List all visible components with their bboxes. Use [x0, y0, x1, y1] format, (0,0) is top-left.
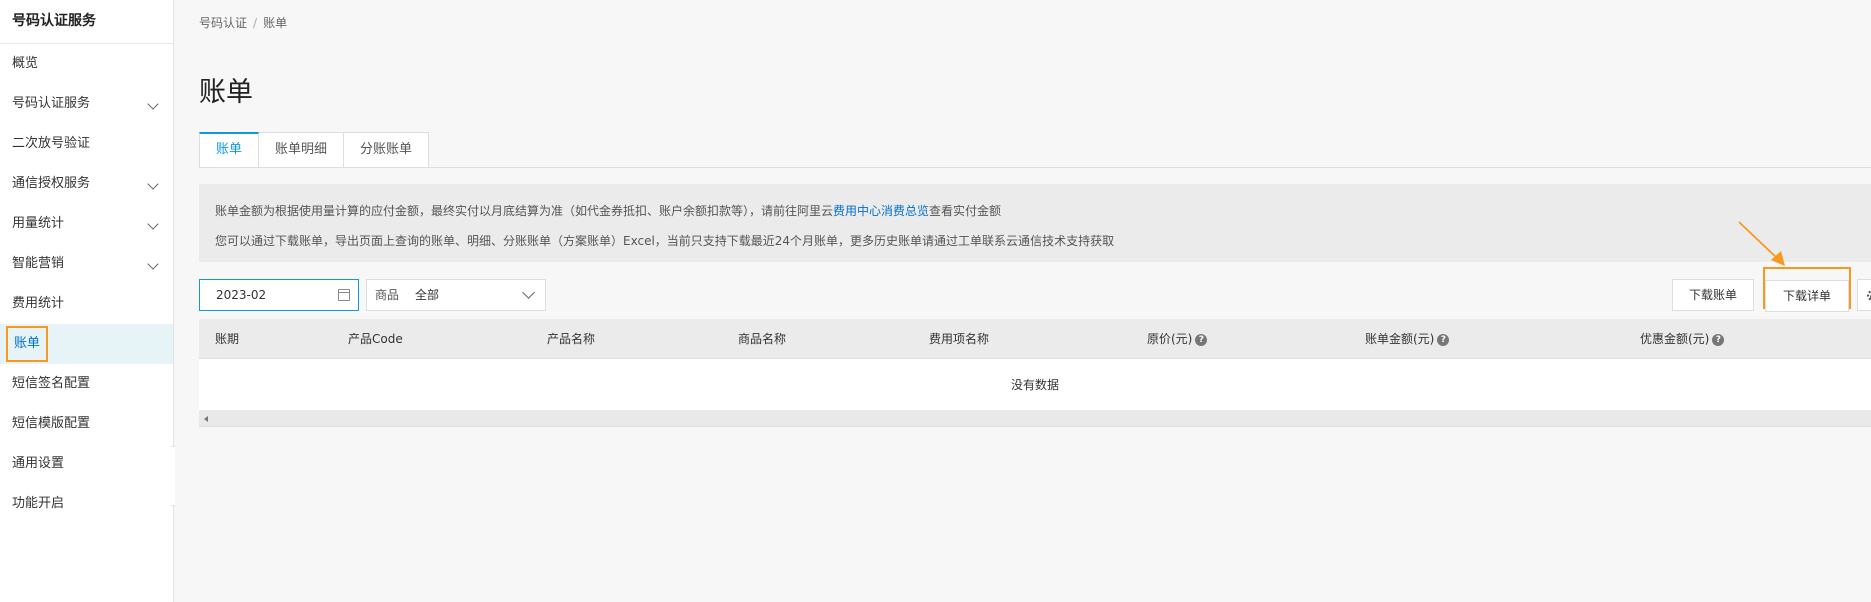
- tab-bar: 账单 账单明细 分账账单: [199, 132, 430, 168]
- sidebar-item-label: 智能营销: [12, 256, 65, 271]
- tab-bill-detail[interactable]: 账单明细: [259, 132, 345, 168]
- column-header-discount-amount: 优惠金额(元)?: [1640, 319, 1725, 359]
- product-select-label: 商品: [375, 288, 400, 302]
- sidebar-item-label: 账单: [6, 326, 49, 362]
- column-label: 原价(元): [1147, 332, 1193, 346]
- sidebar-item-bill[interactable]: 账单: [0, 324, 173, 364]
- page-title: 账单: [199, 77, 253, 108]
- sidebar-item-sms-signature[interactable]: 短信签名配置: [0, 364, 173, 404]
- sidebar-item-label: 二次放号验证: [12, 136, 91, 151]
- breadcrumb-root[interactable]: 号码认证: [199, 16, 247, 30]
- billing-period-picker[interactable]: 2023-02: [199, 279, 359, 311]
- column-header-period: 账期: [215, 319, 239, 359]
- sidebar-item-label: 号码认证服务: [12, 96, 91, 111]
- tab-split-bill[interactable]: 分账账单: [344, 132, 430, 168]
- date-value: 2023-02: [216, 288, 267, 302]
- bill-table: 账期 产品Code 产品名称 商品名称 费用项名称 原价(元)? 账单金额(元)…: [199, 319, 1871, 427]
- column-label: 产品名称: [547, 332, 596, 346]
- sidebar-item-smart-marketing[interactable]: 智能营销: [0, 244, 173, 284]
- chevron-down-icon: [147, 98, 159, 110]
- column-header-fee-item-name: 费用项名称: [929, 319, 989, 359]
- sidebar-item-label: 短信模版配置: [12, 416, 91, 431]
- breadcrumb-separator: /: [253, 16, 258, 30]
- help-icon[interactable]: ?: [1712, 333, 1725, 346]
- breadcrumb: 号码认证 / 账单: [199, 14, 287, 31]
- tab-divider: [199, 167, 1871, 168]
- help-icon[interactable]: ?: [1195, 333, 1208, 346]
- sidebar-item-number-auth[interactable]: 号码认证服务: [0, 84, 173, 124]
- sidebar-item-comm-auth[interactable]: 通信授权服务: [0, 164, 173, 204]
- column-header-commodity-name: 商品名称: [738, 319, 786, 359]
- notice-text: 账单金额为根据使用量计算的应付金额，最终实付以月底结算为准（如代金券抵扣、账户余…: [215, 204, 834, 218]
- column-label: 产品Code: [348, 332, 403, 346]
- sidebar-item-label: 短信签名配置: [12, 376, 91, 391]
- column-label: 账单金额(元): [1365, 332, 1435, 346]
- column-header-bill-amount: 账单金额(元)?: [1365, 319, 1450, 359]
- main-content: 号码认证 / 账单 账单 账单 账单明细 分账账单 账单金额为根据使用量计算的应付金…: [175, 0, 1871, 602]
- tab-bill[interactable]: 账单: [199, 132, 260, 168]
- column-label: 优惠金额(元): [1640, 332, 1710, 346]
- sidebar-item-label: 用量统计: [12, 216, 65, 231]
- sidebar-item-label: 通信授权服务: [12, 176, 91, 191]
- sidebar-item-cost-stats[interactable]: 费用统计: [0, 284, 173, 324]
- scroll-left-icon[interactable]: [204, 416, 208, 422]
- notice-text: 查看实付金额: [929, 204, 1002, 218]
- chevron-down-icon: [147, 218, 159, 230]
- table-settings-button[interactable]: [1857, 279, 1871, 311]
- product-select-value: 全部: [415, 288, 440, 302]
- sidebar-item-sms-template[interactable]: 短信模版配置: [0, 404, 173, 444]
- column-label: 费用项名称: [929, 332, 990, 346]
- sidebar-nav: 概览 号码认证服务 二次放号验证 通信授权服务 用量统计 智能营销 费用统计 账…: [0, 44, 173, 524]
- sidebar: 号码认证服务 概览 号码认证服务 二次放号验证 通信授权服务 用量统计 智能营销…: [0, 0, 174, 602]
- sidebar-item-overview[interactable]: 概览: [0, 44, 173, 84]
- sidebar-item-label: 功能开启: [12, 496, 65, 511]
- column-label: 商品名称: [738, 332, 787, 346]
- column-header-product-name: 产品名称: [547, 319, 595, 359]
- sidebar-item-label: 通用设置: [12, 456, 65, 471]
- sidebar-item-feature-enable[interactable]: 功能开启: [0, 484, 173, 524]
- help-icon[interactable]: ?: [1437, 333, 1450, 346]
- sidebar-item-label: 费用统计: [12, 296, 65, 311]
- sidebar-item-general-settings[interactable]: 通用设置: [0, 444, 173, 484]
- download-detail-button[interactable]: 下载详单: [1765, 280, 1849, 312]
- calendar-icon[interactable]: [338, 289, 350, 301]
- breadcrumb-current: 账单: [263, 16, 288, 30]
- chevron-down-icon: [147, 258, 159, 270]
- column-label: 账期: [215, 332, 240, 346]
- download-bill-button[interactable]: 下载账单: [1672, 279, 1754, 311]
- sidebar-title: 号码认证服务: [0, 0, 173, 44]
- sidebar-item-label: 概览: [12, 56, 39, 71]
- table-header: 账期 产品Code 产品名称 商品名称 费用项名称 原价(元)? 账单金额(元)…: [199, 319, 1871, 359]
- annotation-arrow-icon: [1738, 221, 1785, 266]
- sidebar-item-usage-stats[interactable]: 用量统计: [0, 204, 173, 244]
- gear-icon: [1866, 290, 1871, 301]
- sidebar-item-reassigned-number-check[interactable]: 二次放号验证: [0, 124, 173, 164]
- chevron-down-icon: [147, 178, 159, 190]
- chevron-down-icon: [522, 286, 535, 299]
- column-header-original-price: 原价(元)?: [1147, 319, 1208, 359]
- notice-line-1: 账单金额为根据使用量计算的应付金额，最终实付以月底结算为准（如代金券抵扣、账户余…: [215, 196, 1855, 226]
- notice-line-2: 您可以通过下载账单，导出页面上查询的账单、明细、分账账单（方案账单）Excel，…: [215, 234, 1115, 248]
- filter-toolbar: 2023-02 商品 全部 下载账单 下载详单: [199, 267, 1871, 312]
- horizontal-scrollbar[interactable]: [199, 411, 1871, 427]
- product-select[interactable]: 商品 全部: [366, 279, 546, 311]
- info-notice: 账单金额为根据使用量计算的应付金额，最终实付以月底结算为准（如代金券抵扣、账户余…: [199, 184, 1871, 262]
- empty-state: 没有数据: [199, 359, 1871, 411]
- column-header-product-code: 产品Code: [348, 319, 403, 359]
- cost-center-link[interactable]: 费用中心消费总览: [833, 204, 929, 218]
